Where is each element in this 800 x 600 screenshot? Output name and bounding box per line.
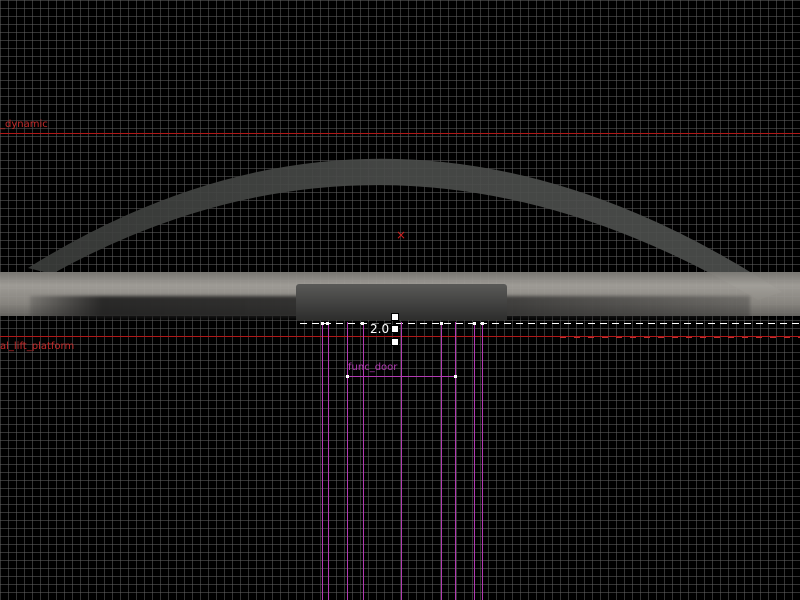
door-bound-line [474, 322, 475, 600]
door-bound-top [347, 376, 456, 377]
door-bound-line [441, 322, 442, 600]
door-bound-line [328, 322, 329, 600]
selection-guide-red [560, 337, 800, 338]
origin-cross-icon: × [396, 228, 407, 242]
scale-readout: 2.0 [368, 322, 392, 336]
entity-label-func-door[interactable]: func_door [348, 362, 397, 374]
editor-viewport[interactable]: _dynamic × al_lift_platform func_door 2.… [0, 0, 800, 600]
entity-label-lift-platform[interactable]: al_lift_platform [0, 341, 74, 353]
selection-corner[interactable] [346, 375, 349, 378]
door-bound-line [455, 322, 456, 600]
door-bound-line [322, 322, 323, 600]
selection-corner[interactable] [473, 322, 476, 325]
resize-handle-icon[interactable] [391, 338, 399, 346]
resize-handle-icon[interactable] [391, 325, 399, 333]
resize-handle-icon[interactable] [391, 313, 399, 321]
selection-corner[interactable] [454, 375, 457, 378]
door-bound-line [401, 322, 402, 600]
selection-corner[interactable] [481, 322, 484, 325]
selection-corner[interactable] [361, 322, 364, 325]
selection-corner[interactable] [326, 322, 329, 325]
door-bound-line [482, 322, 483, 600]
selection-corner[interactable] [321, 322, 324, 325]
door-brush[interactable] [296, 284, 507, 320]
selection-corner[interactable] [440, 322, 443, 325]
